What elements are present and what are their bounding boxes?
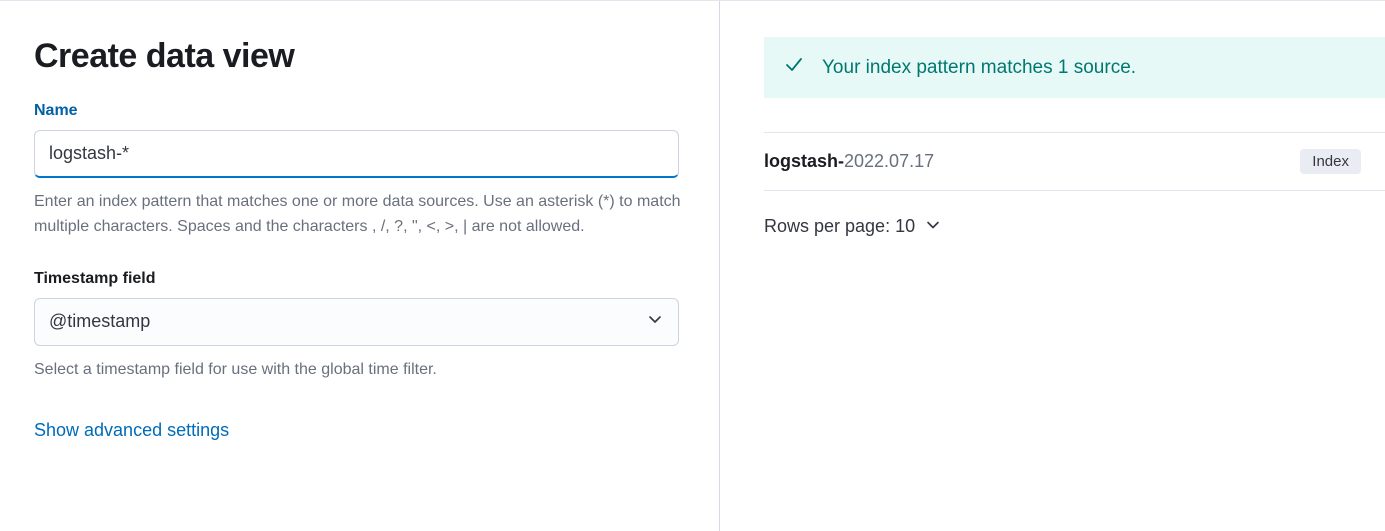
index-name: logstash-2022.07.17 — [764, 151, 934, 172]
rows-per-page-selector[interactable]: Rows per page: 10 — [764, 215, 941, 238]
name-input[interactable] — [34, 130, 679, 178]
show-advanced-settings-link[interactable]: Show advanced settings — [34, 420, 229, 441]
check-icon — [784, 55, 804, 80]
timestamp-select[interactable]: @timestamp — [34, 298, 679, 346]
name-help-text: Enter an index pattern that matches one … — [34, 190, 684, 240]
match-callout-text: Your index pattern matches 1 source. — [822, 57, 1136, 79]
index-badge: Index — [1300, 149, 1361, 174]
rows-per-page-label: Rows per page: 10 — [764, 216, 915, 237]
timestamp-help-text: Select a timestamp field for use with th… — [34, 358, 684, 383]
name-label: Name — [34, 102, 685, 120]
timestamp-label: Timestamp field — [34, 270, 685, 288]
index-result-row: logstash-2022.07.17 Index — [764, 132, 1385, 191]
match-callout: Your index pattern matches 1 source. — [764, 37, 1385, 98]
page-title: Create data view — [34, 37, 685, 76]
chevron-down-icon — [925, 217, 941, 238]
